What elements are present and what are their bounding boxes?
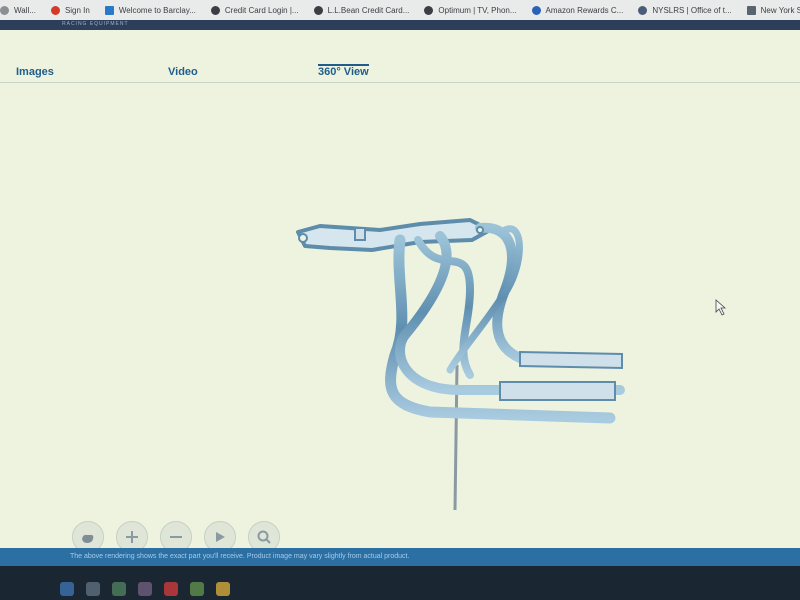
exhaust-header-icon: [296, 218, 727, 511]
viewer-stage[interactable]: [0, 90, 800, 530]
product-viewer: Images Video 360° View: [0, 30, 800, 567]
bookmark-item[interactable]: L.L.Bean Credit Card...: [313, 5, 410, 15]
bookmark-label: Welcome to Barclay...: [118, 5, 196, 15]
bookmark-label: Sign In: [64, 5, 90, 15]
bookmark-label: L.L.Bean Credit Card...: [327, 5, 410, 15]
red-arrow-icon: [50, 5, 60, 15]
bookmark-label: Amazon Rewards C...: [545, 5, 624, 15]
os-taskbar: [0, 566, 800, 600]
bookmark-item[interactable]: Wall...: [0, 5, 36, 15]
site-header-strip: RACING EQUIPMENT: [0, 20, 800, 30]
tab-divider: [0, 82, 800, 83]
disclaimer-bar: The above rendering shows the exact part…: [0, 548, 800, 566]
seal-icon: [638, 5, 648, 15]
cursor-icon: [715, 299, 727, 316]
globe-icon: [424, 5, 434, 15]
taskbar-app-icon[interactable]: [60, 582, 74, 596]
taskbar-app-icon[interactable]: [86, 582, 100, 596]
globe-icon: [210, 5, 220, 15]
bookmark-item[interactable]: Sign In: [50, 5, 90, 15]
circle-icon: [531, 5, 541, 15]
bookmark-label: Wall...: [14, 5, 36, 15]
bookmarks-bar: Wall... Sign In Welcome to Barclay... Cr…: [0, 0, 800, 20]
disclaimer-text: The above rendering shows the exact part…: [70, 553, 410, 560]
bookmark-label: Optimum | TV, Phon...: [438, 5, 517, 15]
tab-360-view[interactable]: 360° View: [318, 64, 369, 78]
taskbar-app-icon[interactable]: [138, 582, 152, 596]
tab-images[interactable]: Images: [16, 66, 54, 78]
page-icon: [0, 5, 9, 15]
bookmark-label: New York State Def...: [760, 5, 800, 15]
bookmark-item[interactable]: Welcome to Barclay...: [104, 5, 196, 15]
bookmark-label: NYSLRS | Office of t...: [652, 5, 732, 15]
bookmark-item[interactable]: Credit Card Login |...: [210, 5, 299, 15]
shield-icon: [104, 5, 114, 15]
bookmark-item[interactable]: Amazon Rewards C...: [531, 5, 624, 15]
globe-icon: [313, 5, 323, 15]
taskbar-app-icon[interactable]: [190, 582, 204, 596]
taskbar-app-icon[interactable]: [164, 582, 178, 596]
bookmark-item[interactable]: NYSLRS | Office of t...: [638, 5, 732, 15]
taskbar-icons: [60, 582, 230, 596]
bookmark-label: Credit Card Login |...: [224, 5, 299, 15]
figure-icon: [746, 5, 756, 15]
bookmark-item[interactable]: New York State Def...: [746, 5, 800, 15]
taskbar-app-icon[interactable]: [216, 582, 230, 596]
tab-video[interactable]: Video: [168, 66, 198, 78]
bookmark-item[interactable]: Optimum | TV, Phon...: [424, 5, 517, 15]
viewer-tabs: Images Video 360° View: [0, 64, 800, 82]
site-strip-text: RACING EQUIPMENT: [62, 21, 129, 27]
taskbar-app-icon[interactable]: [112, 582, 126, 596]
